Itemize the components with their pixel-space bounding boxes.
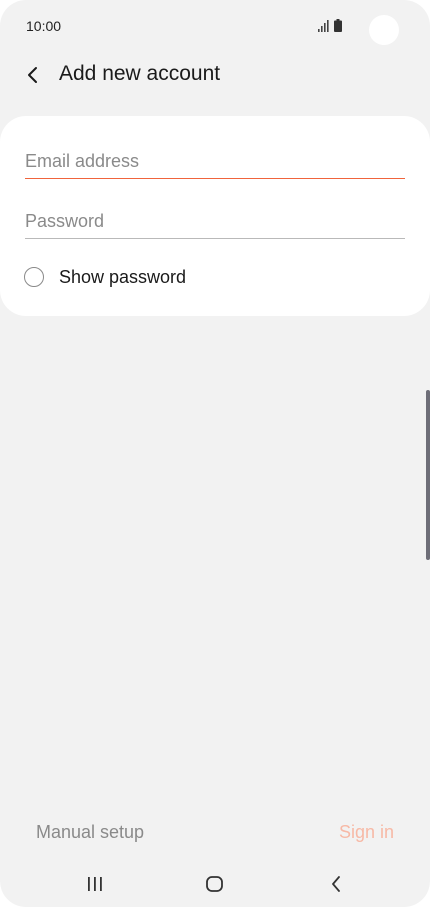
recents-icon [88, 877, 102, 891]
back-icon [332, 876, 340, 892]
show-password-radio[interactable] [24, 267, 44, 287]
account-form-card: Show password [0, 116, 430, 316]
back-button[interactable] [18, 60, 48, 90]
password-field-container [25, 204, 405, 239]
scrollbar[interactable] [426, 390, 430, 560]
signal-icon [318, 20, 329, 32]
chevron-left-icon [28, 67, 37, 83]
navigation-bar [0, 860, 430, 907]
home-icon [206, 876, 223, 892]
status-bar: 10:00 [0, 0, 430, 54]
camera-cutout [369, 15, 399, 45]
battery-icon [334, 19, 342, 32]
show-password-toggle[interactable]: Show password [24, 264, 186, 290]
bottom-actions: Manual setup Sign in [0, 816, 430, 850]
nav-back-button[interactable] [316, 870, 356, 898]
app-header: Add new account [0, 54, 430, 98]
page-title: Add new account [59, 62, 221, 85]
email-field-container [25, 144, 405, 179]
email-field[interactable] [25, 144, 405, 178]
manual-setup-button[interactable]: Manual setup [36, 822, 144, 843]
home-button[interactable] [195, 870, 235, 898]
recents-button[interactable] [75, 870, 115, 898]
phone-screen: 10:00 Add new account Show pas [0, 0, 430, 907]
show-password-label: Show password [59, 266, 187, 287]
status-time: 10:00 [26, 18, 62, 34]
sign-in-button[interactable]: Sign in [339, 822, 394, 843]
password-field[interactable] [25, 204, 405, 238]
